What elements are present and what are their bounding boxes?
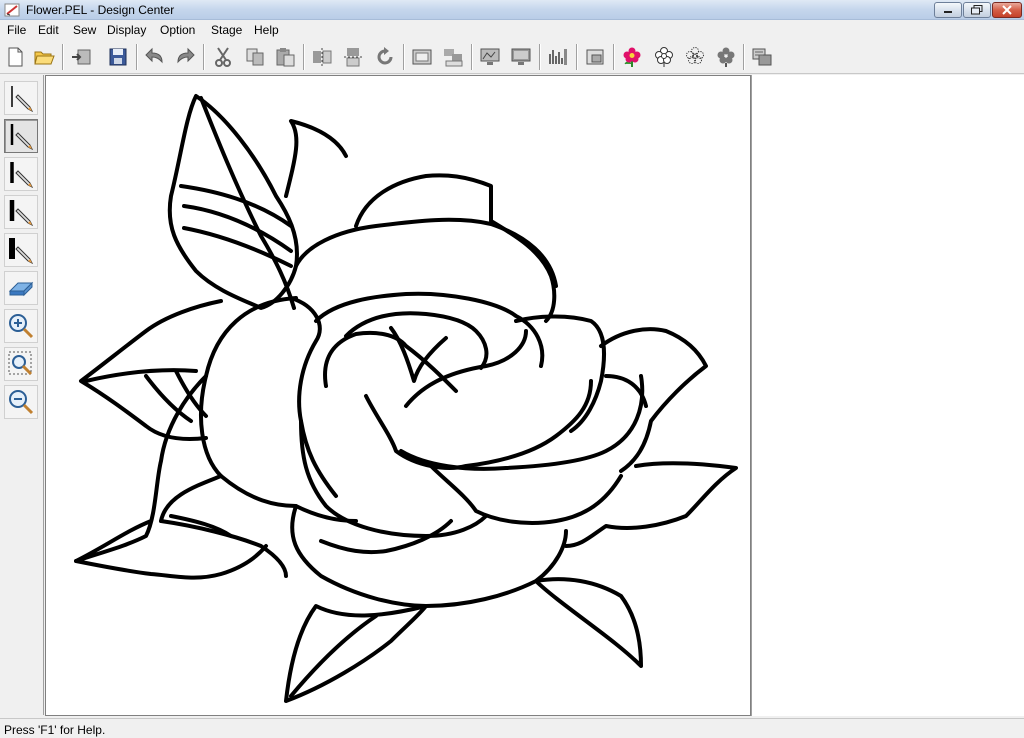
color-flower-button[interactable] xyxy=(619,44,645,70)
redo-icon xyxy=(177,47,195,64)
flower-icon xyxy=(623,47,641,67)
frame-icon xyxy=(412,49,432,65)
pen-medium-tool[interactable] xyxy=(4,119,38,153)
undo-button[interactable] xyxy=(142,44,168,70)
undo-icon xyxy=(145,47,163,64)
frame-button[interactable] xyxy=(409,44,435,70)
pen-thickest-tool[interactable] xyxy=(4,233,38,267)
title-bar[interactable]: Flower.PEL - Design Center xyxy=(0,0,1024,20)
menu-file[interactable]: File xyxy=(7,23,26,37)
window-button[interactable] xyxy=(582,44,608,70)
status-bar: Press 'F1' for Help. xyxy=(0,718,1024,738)
menu-stage[interactable]: Stage xyxy=(211,23,242,37)
filled-flower-icon xyxy=(717,47,735,67)
pen-thin-icon xyxy=(11,86,34,113)
stitch-bars-icon xyxy=(549,49,567,65)
counter-icon xyxy=(444,49,463,67)
eraser-tool[interactable] xyxy=(4,271,38,305)
menu-help[interactable]: Help xyxy=(254,23,279,37)
transfer-icon xyxy=(752,48,772,66)
save-icon xyxy=(109,48,127,66)
drawing-canvas[interactable] xyxy=(45,75,751,716)
dotted-flower-icon xyxy=(686,47,704,64)
filled-flower-button[interactable] xyxy=(713,44,739,70)
zoom-out-icon xyxy=(9,390,34,415)
zoom-in-icon xyxy=(9,314,34,339)
toolbar-separator xyxy=(743,44,745,70)
toolbar-separator xyxy=(403,44,405,70)
import-button[interactable] xyxy=(68,44,94,70)
pen-thick-icon xyxy=(10,162,34,189)
preview-icon xyxy=(511,48,531,65)
open-folder-icon xyxy=(34,51,55,65)
close-icon xyxy=(1002,5,1012,15)
zoom-out-tool[interactable] xyxy=(4,385,38,419)
save-button[interactable] xyxy=(105,44,131,70)
window-title: Flower.PEL - Design Center xyxy=(26,3,175,17)
toolbar-separator xyxy=(203,44,205,70)
pen-thicker-tool[interactable] xyxy=(4,195,38,229)
restore-button[interactable] xyxy=(963,2,991,18)
open-button[interactable] xyxy=(31,44,57,70)
mirror-horizontal-button[interactable] xyxy=(309,44,335,70)
copy-button[interactable] xyxy=(242,44,268,70)
pen-medium-icon xyxy=(10,124,34,151)
cut-button[interactable] xyxy=(210,44,236,70)
toolbar xyxy=(0,40,1024,74)
menu-edit[interactable]: Edit xyxy=(38,23,59,37)
pen-thick-tool[interactable] xyxy=(4,157,38,191)
zoom-fit-tool[interactable] xyxy=(4,347,38,381)
dotted-flower-button[interactable] xyxy=(682,44,708,70)
window-icon xyxy=(586,49,604,65)
restore-icon xyxy=(971,5,983,15)
toolbar-separator xyxy=(303,44,305,70)
close-button[interactable] xyxy=(992,2,1022,18)
counter-button[interactable] xyxy=(440,44,466,70)
toolbar-separator xyxy=(136,44,138,70)
tool-palette xyxy=(0,75,44,715)
rotate-icon xyxy=(377,47,393,65)
menu-option[interactable]: Option xyxy=(160,23,195,37)
rotate-button[interactable] xyxy=(372,44,398,70)
pen-thin-tool[interactable] xyxy=(4,81,38,115)
minimize-icon xyxy=(944,11,952,13)
toolbar-separator xyxy=(539,44,541,70)
import-icon xyxy=(72,49,91,65)
new-file-button[interactable] xyxy=(2,44,28,70)
minimize-button[interactable] xyxy=(934,2,962,18)
redo-button[interactable] xyxy=(172,44,198,70)
transfer-button[interactable] xyxy=(749,44,775,70)
menu-sew[interactable]: Sew xyxy=(73,23,96,37)
mirror-vertical-icon xyxy=(344,48,362,67)
toolbar-separator xyxy=(576,44,578,70)
preview-button[interactable] xyxy=(508,44,534,70)
side-panel xyxy=(751,75,1024,716)
pen-thicker-icon xyxy=(9,200,34,227)
eraser-icon xyxy=(8,281,34,297)
toolbar-separator xyxy=(613,44,615,70)
toolbar-separator xyxy=(471,44,473,70)
outline-flower-button[interactable] xyxy=(651,44,677,70)
monitor-stitch-button[interactable] xyxy=(477,44,503,70)
rose-outline-drawing xyxy=(74,94,738,703)
stitch-bars-button[interactable] xyxy=(545,44,571,70)
menu-bar: File Edit Sew Display Option Stage Help xyxy=(0,20,1024,40)
zoom-in-tool[interactable] xyxy=(4,309,38,343)
app-window: Flower.PEL - Design Center File Edit Sew… xyxy=(0,0,1024,738)
status-text: Press 'F1' for Help. xyxy=(4,723,106,737)
zoom-fit-icon xyxy=(8,351,33,376)
copy-icon xyxy=(246,48,264,66)
new-file-icon xyxy=(8,47,23,67)
menu-display[interactable]: Display xyxy=(107,23,146,37)
mirror-horizontal-icon xyxy=(313,48,332,66)
mirror-vertical-button[interactable] xyxy=(340,44,366,70)
cut-icon xyxy=(215,47,231,67)
monitor-icon xyxy=(480,48,500,65)
paste-icon xyxy=(276,48,295,67)
paste-button[interactable] xyxy=(272,44,298,70)
app-icon[interactable] xyxy=(4,2,20,18)
toolbar-separator xyxy=(62,44,64,70)
outline-flower-icon xyxy=(655,47,673,67)
pen-thickest-icon xyxy=(9,238,34,265)
